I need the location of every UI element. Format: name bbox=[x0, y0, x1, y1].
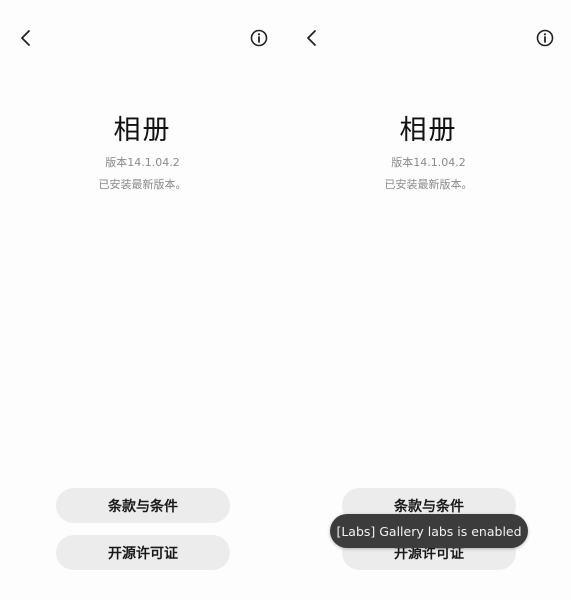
update-status-text: 已安装最新版本。 bbox=[98, 178, 187, 191]
app-version-text: 版本14.1.04.2 bbox=[105, 156, 180, 169]
about-screen-left: 相册 版本14.1.04.2 已安装最新版本。 条款与条件 开源许可证 bbox=[0, 0, 285, 600]
terms-and-conditions-button[interactable]: 条款与条件 bbox=[56, 488, 230, 523]
info-circle-icon bbox=[536, 29, 554, 47]
open-source-licenses-button[interactable]: 开源许可证 bbox=[56, 535, 230, 570]
about-screen-right: 相册 版本14.1.04.2 已安装最新版本。 条款与条件 开源许可证 [Lab… bbox=[286, 0, 571, 600]
app-name-title: 相册 bbox=[399, 115, 458, 146]
labs-enabled-toast: [Labs] Gallery labs is enabled bbox=[330, 514, 528, 548]
info-circle-icon bbox=[250, 29, 268, 47]
app-version-text: 版本14.1.04.2 bbox=[391, 156, 466, 169]
chevron-left-icon bbox=[21, 30, 30, 46]
chevron-left-icon bbox=[307, 30, 316, 46]
update-status-text: 已安装最新版本。 bbox=[384, 178, 473, 191]
back-button[interactable] bbox=[12, 24, 40, 52]
app-name-title: 相册 bbox=[113, 115, 172, 146]
app-info-button[interactable] bbox=[245, 24, 273, 52]
app-info-button[interactable] bbox=[531, 24, 559, 52]
back-button[interactable] bbox=[298, 24, 326, 52]
